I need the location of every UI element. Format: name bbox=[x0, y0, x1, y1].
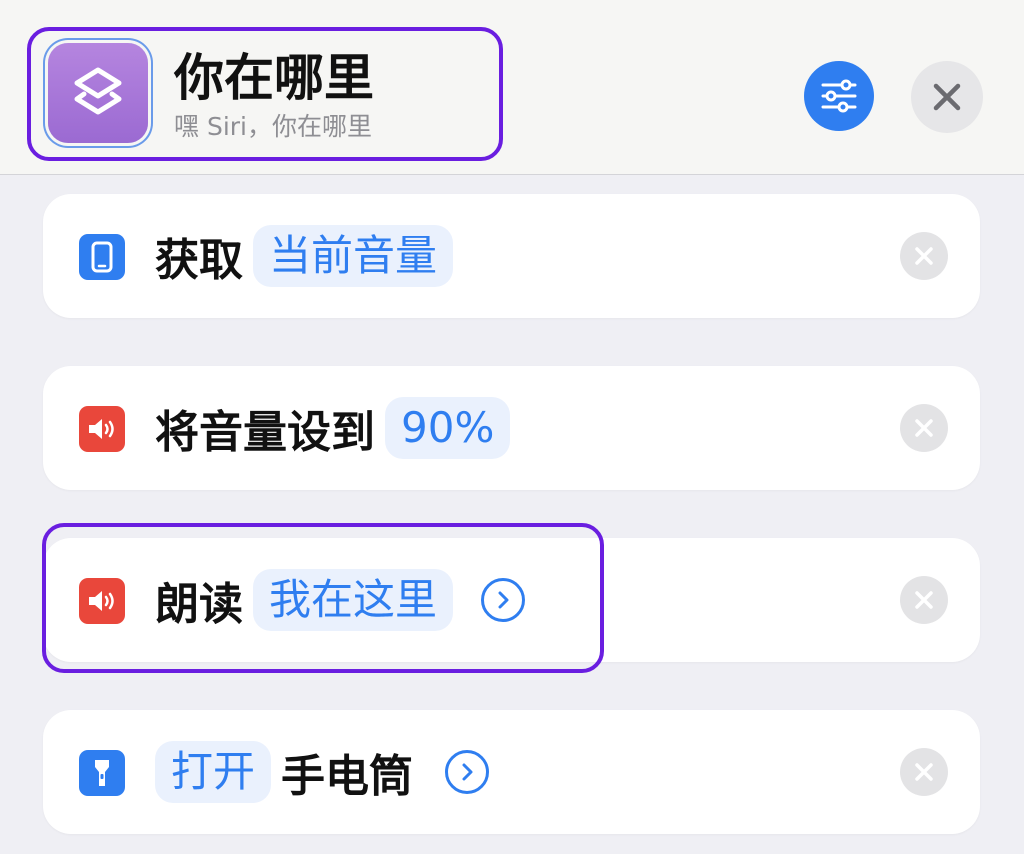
phone-icon bbox=[79, 234, 125, 280]
flashlight-state-token[interactable]: 打开 bbox=[155, 741, 272, 803]
shortcut-app-icon[interactable] bbox=[48, 43, 148, 143]
siri-phrase: 嘿 Siri，你在哪里 bbox=[174, 112, 372, 141]
remove-action-button[interactable] bbox=[900, 576, 948, 624]
speak-text-token[interactable]: 我在这里 bbox=[253, 569, 454, 631]
shortcuts-layers-icon bbox=[74, 67, 122, 115]
action-card-set-volume[interactable]: 将音量设到 90% bbox=[43, 366, 980, 490]
remove-action-button[interactable] bbox=[900, 404, 948, 452]
close-icon bbox=[933, 83, 961, 111]
close-icon bbox=[915, 247, 933, 265]
close-icon bbox=[915, 763, 933, 781]
flashlight-icon bbox=[79, 750, 125, 796]
action-label: 将音量设到 bbox=[155, 407, 375, 458]
action-card-speak-text[interactable]: 朗读 我在这里 bbox=[43, 538, 980, 662]
chevron-right-icon[interactable] bbox=[445, 750, 490, 794]
shortcut-header: 你在哪里 嘿 Siri，你在哪里 bbox=[0, 0, 1024, 175]
speaker-icon bbox=[79, 406, 125, 452]
remove-action-button[interactable] bbox=[900, 748, 948, 796]
close-icon bbox=[915, 591, 933, 609]
remove-action-button[interactable] bbox=[900, 232, 948, 280]
sliders-icon bbox=[821, 79, 857, 113]
speaker-icon bbox=[79, 578, 125, 624]
action-card-flashlight[interactable]: 打开 手电筒 bbox=[43, 710, 980, 834]
close-button[interactable] bbox=[911, 61, 983, 133]
settings-button[interactable] bbox=[804, 61, 874, 131]
chevron-right-icon[interactable] bbox=[481, 578, 526, 622]
shortcut-title[interactable]: 你在哪里 bbox=[174, 48, 374, 108]
action-label: 手电筒 bbox=[281, 751, 414, 802]
volume-value-token[interactable]: 90% bbox=[385, 397, 511, 459]
action-card-get-volume[interactable]: 获取 当前音量 bbox=[43, 194, 980, 318]
close-icon bbox=[915, 419, 933, 437]
current-volume-token[interactable]: 当前音量 bbox=[253, 225, 454, 287]
action-label: 朗读 bbox=[155, 579, 243, 630]
action-label: 获取 bbox=[155, 235, 243, 286]
